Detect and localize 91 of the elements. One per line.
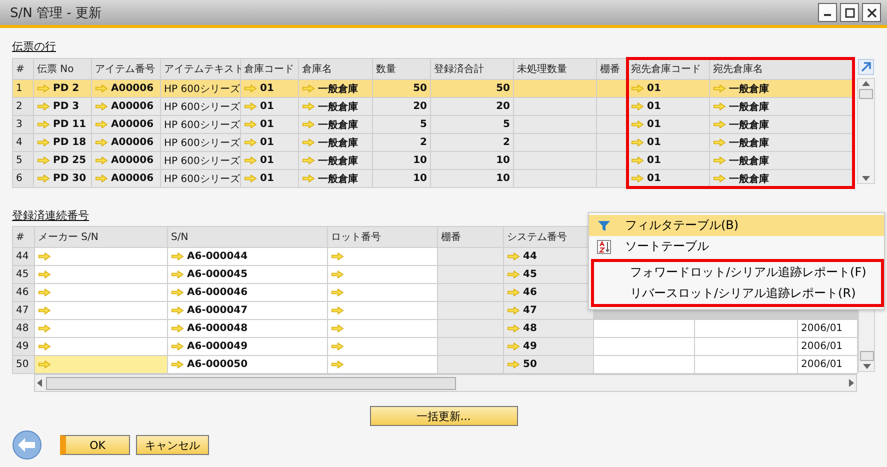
cell-value: 一般倉庫 xyxy=(729,136,769,150)
window-title: S/N 管理 - 更新 xyxy=(10,4,102,22)
cell-value: PD 25 xyxy=(53,155,86,166)
table-cell: 10 xyxy=(373,170,430,187)
cell-value: A00006 xyxy=(111,101,154,112)
menu-item-label: リバースロット/シリアル追跡レポート(R) xyxy=(630,285,856,302)
cell-value: 50 xyxy=(523,359,537,370)
table-cell: HP 600シリーズ xyxy=(161,170,240,187)
cell-value: PD 3 xyxy=(53,101,80,112)
table-cell: 44 xyxy=(13,248,34,265)
cell-value: 44 xyxy=(523,251,537,262)
cell-value: 01 xyxy=(647,155,661,166)
table-cell: HP 600シリーズ xyxy=(161,152,240,169)
cell-value: A6-000049 xyxy=(187,341,248,352)
cell-value: 01 xyxy=(260,101,274,112)
menu-item-label: フィルタテーブル(B) xyxy=(625,217,739,234)
cell-value: PD 2 xyxy=(53,83,80,94)
table-cell: 5 xyxy=(373,116,430,133)
table-cell: 2006/01 xyxy=(798,356,857,373)
cell-value: A00006 xyxy=(111,137,154,148)
cell-value: 01 xyxy=(647,119,661,130)
table-cell: HP 600シリーズ xyxy=(161,80,240,97)
cell-value: 01 xyxy=(260,137,274,148)
table-cell: 4 xyxy=(13,134,33,151)
cell-value: 01 xyxy=(647,137,661,148)
table-cell: 10 xyxy=(373,152,430,169)
cell-value: 01 xyxy=(260,83,274,94)
cell-value: A00006 xyxy=(111,119,154,130)
cell-value: 一般倉庫 xyxy=(729,82,769,96)
cell-value: 48 xyxy=(523,323,537,334)
table-cell: 10 xyxy=(431,152,513,169)
cell-value: 01 xyxy=(647,83,661,94)
cell-value: A6-000047 xyxy=(187,305,248,316)
table-cell: 20 xyxy=(431,98,513,115)
table-cell: 5 xyxy=(13,152,33,169)
table-cell: 50 xyxy=(13,356,34,373)
cell-value: A6-000048 xyxy=(187,323,248,334)
table-cell: 2 xyxy=(431,134,513,151)
cell-value: 01 xyxy=(260,155,274,166)
table-cell: 2 xyxy=(13,98,33,115)
cell-value: A6-000050 xyxy=(187,359,248,370)
cell-value: PD 30 xyxy=(53,173,86,184)
cell-value: 46 xyxy=(523,287,537,298)
cell-value: A00006 xyxy=(111,83,154,94)
table-cell: 5 xyxy=(431,116,513,133)
cell-value: 一般倉庫 xyxy=(318,136,358,150)
cell-value: 一般倉庫 xyxy=(318,100,358,114)
cell-value: A00006 xyxy=(111,173,154,184)
cell-value: A6-000046 xyxy=(187,287,248,298)
cell-value: PD 11 xyxy=(53,119,86,130)
table-cell: 2006/01 xyxy=(798,320,857,337)
table-cell: 50 xyxy=(431,80,513,97)
cell-value: 01 xyxy=(260,119,274,130)
cell-value: 49 xyxy=(523,341,537,352)
cell-value: A6-000044 xyxy=(187,251,248,262)
cell-value: 45 xyxy=(523,269,537,280)
cell-value: 一般倉庫 xyxy=(729,172,769,186)
cell-value: 一般倉庫 xyxy=(318,172,358,186)
cell-value: 一般倉庫 xyxy=(318,82,358,96)
cell-value: 一般倉庫 xyxy=(318,118,358,132)
cell-value: 一般倉庫 xyxy=(729,100,769,114)
table-cell: 1 xyxy=(13,80,33,97)
table-cell: HP 600シリーズ xyxy=(161,134,240,151)
table-cell: 46 xyxy=(13,284,34,301)
table-cell: 48 xyxy=(13,320,34,337)
section-title: 登録済連続番号 xyxy=(12,208,89,223)
cell-value: A6-000045 xyxy=(187,269,248,280)
table-cell: 2006/01 xyxy=(798,338,857,355)
cell-value: 01 xyxy=(647,173,661,184)
cell-value: 一般倉庫 xyxy=(729,154,769,168)
cell-value: A00006 xyxy=(111,155,154,166)
table-cell: 49 xyxy=(13,338,34,355)
cell-value: 47 xyxy=(523,305,537,316)
cell-value: 01 xyxy=(260,173,274,184)
menu-item-label: フォワードロット/シリアル追跡レポート(F) xyxy=(630,264,866,281)
table-cell: HP 600シリーズ xyxy=(161,116,240,133)
cell-value: 一般倉庫 xyxy=(729,118,769,132)
table-cell: 47 xyxy=(13,302,34,319)
table-cell: 6 xyxy=(13,170,33,187)
table-cell: 2 xyxy=(373,134,430,151)
table-cell: 3 xyxy=(13,116,33,133)
table-cell: 10 xyxy=(431,170,513,187)
cell-value: PD 18 xyxy=(53,137,86,148)
table-cell: 45 xyxy=(13,266,34,283)
table-cell: 20 xyxy=(373,98,430,115)
cell-value: 一般倉庫 xyxy=(318,154,358,168)
cell-value: 01 xyxy=(647,101,661,112)
table-cell: 50 xyxy=(373,80,430,97)
section-title: 伝票の行 xyxy=(12,39,56,54)
menu-item-label: ソートテーブル xyxy=(625,238,709,255)
table-cell: HP 600シリーズ xyxy=(161,98,240,115)
